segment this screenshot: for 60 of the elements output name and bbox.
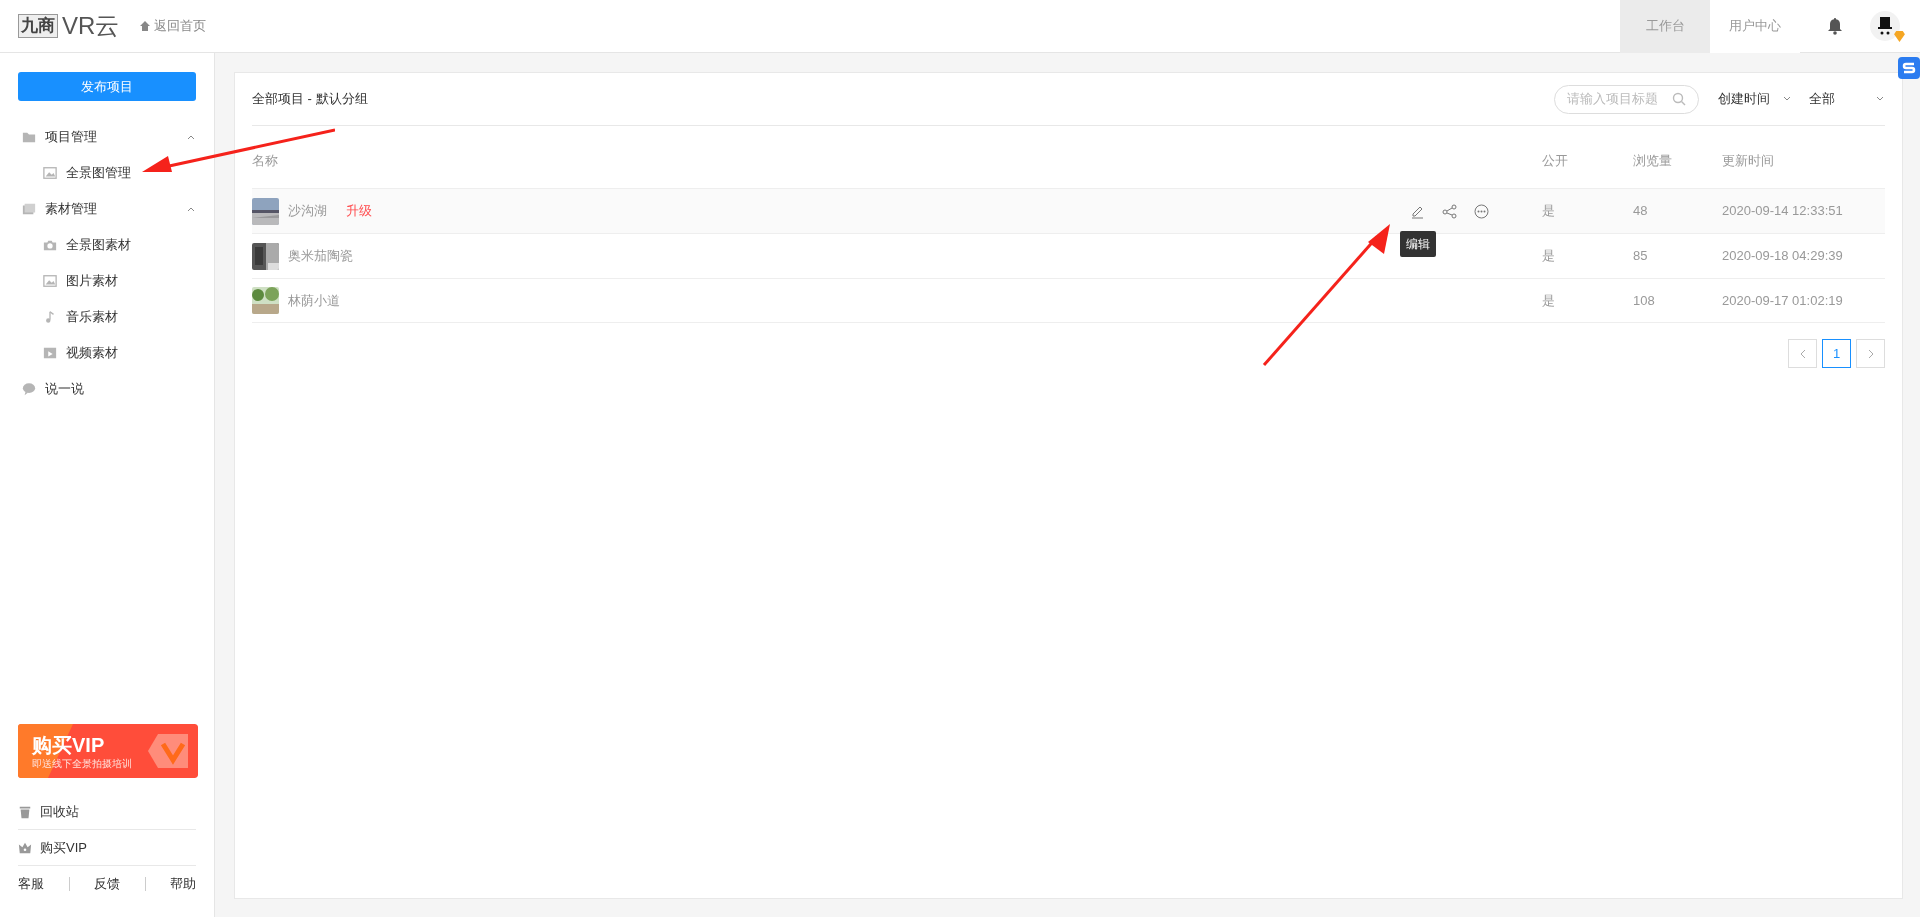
table-cell-text: 是 bbox=[1542, 202, 1556, 221]
avatar[interactable] bbox=[1870, 11, 1900, 41]
vip-badge-icon bbox=[1893, 30, 1906, 43]
video-icon bbox=[43, 346, 57, 360]
bell-icon[interactable] bbox=[1826, 17, 1844, 35]
floating-widget-icon[interactable] bbox=[1898, 57, 1920, 79]
tooltip: 编辑 bbox=[1400, 230, 1436, 257]
home-icon bbox=[139, 20, 152, 32]
sidebar-label: 全景图管理 bbox=[66, 164, 132, 183]
sidebar-label: 视频素材 bbox=[66, 344, 119, 363]
folder-icon bbox=[22, 130, 36, 144]
sidebar-item[interactable]: 项目管理 bbox=[0, 119, 214, 155]
sidebar-label: 音乐素材 bbox=[66, 308, 119, 327]
sidebar-item[interactable]: 视频素材 bbox=[0, 335, 214, 371]
chat-icon bbox=[22, 382, 36, 396]
search-icon[interactable] bbox=[1672, 92, 1686, 106]
sidebar-label: 项目管理 bbox=[45, 128, 98, 147]
camera-icon bbox=[43, 238, 57, 252]
sidebar-item[interactable]: 图片素材 bbox=[0, 263, 214, 299]
breadcrumb: 全部项目 - 默认分组 bbox=[252, 90, 368, 109]
sort-dropdown[interactable]: 创建时间 bbox=[1718, 89, 1792, 109]
vip-banner[interactable] bbox=[18, 724, 198, 778]
footer-link[interactable]: 帮助 bbox=[170, 874, 196, 894]
sidebar-label: 全景图素材 bbox=[66, 236, 132, 255]
more-icon[interactable] bbox=[1474, 203, 1489, 219]
sidebar-item[interactable]: 全景图素材 bbox=[0, 227, 214, 263]
sidebar-label: 说一说 bbox=[45, 380, 85, 399]
share-icon[interactable] bbox=[1442, 203, 1457, 219]
trash-icon bbox=[18, 804, 32, 819]
filter-dropdown[interactable]: 全部 bbox=[1809, 89, 1885, 109]
home-link[interactable]: 返回首页 bbox=[139, 16, 207, 36]
image-icon bbox=[43, 274, 57, 288]
footer-link[interactable]: 客服 bbox=[18, 874, 44, 894]
sidebar-item[interactable]: 说一说 bbox=[0, 371, 214, 407]
image-icon bbox=[43, 166, 57, 180]
vip-banner-title: 购买VIP bbox=[32, 732, 106, 757]
column-header: 更新时间 bbox=[1722, 152, 1775, 171]
table-cell-text: 48 bbox=[1633, 202, 1649, 221]
sidebar-label: 素材管理 bbox=[45, 200, 98, 219]
table-cell-text: 2020-09-17 01:02:19 bbox=[1722, 291, 1844, 310]
sidebar-item[interactable]: 音乐素材 bbox=[0, 299, 214, 335]
sidebar-item[interactable]: 素材管理 bbox=[0, 191, 214, 227]
sidebar-label: 图片素材 bbox=[66, 272, 119, 291]
sidebar-item[interactable]: 购买VIP bbox=[18, 830, 196, 866]
column-header: 名称 bbox=[252, 152, 279, 171]
sidebar-item[interactable]: 全景图管理 bbox=[0, 155, 214, 191]
sidebar-label: 购买VIP bbox=[40, 838, 87, 857]
column-header: 公开 bbox=[1542, 152, 1569, 171]
logo-text: VR云 bbox=[62, 14, 120, 38]
sidebar-label: 回收站 bbox=[40, 802, 79, 821]
footer-link[interactable]: 反馈 bbox=[94, 874, 120, 894]
table-cell-text: 是 bbox=[1542, 291, 1556, 310]
search-input[interactable]: 请输入项目标题 bbox=[1567, 89, 1672, 109]
images-icon bbox=[22, 202, 36, 216]
column-header: 浏览量 bbox=[1633, 152, 1673, 171]
logo-mark: 九商 bbox=[18, 14, 58, 38]
sidebar-item[interactable]: 回收站 bbox=[18, 794, 196, 830]
vip-banner-subtitle: 即送线下全景拍摄培训 bbox=[32, 756, 133, 770]
table-cell-text: 2020-09-14 12:33:51 bbox=[1722, 202, 1844, 221]
table-cell-text: 108 bbox=[1633, 291, 1656, 310]
